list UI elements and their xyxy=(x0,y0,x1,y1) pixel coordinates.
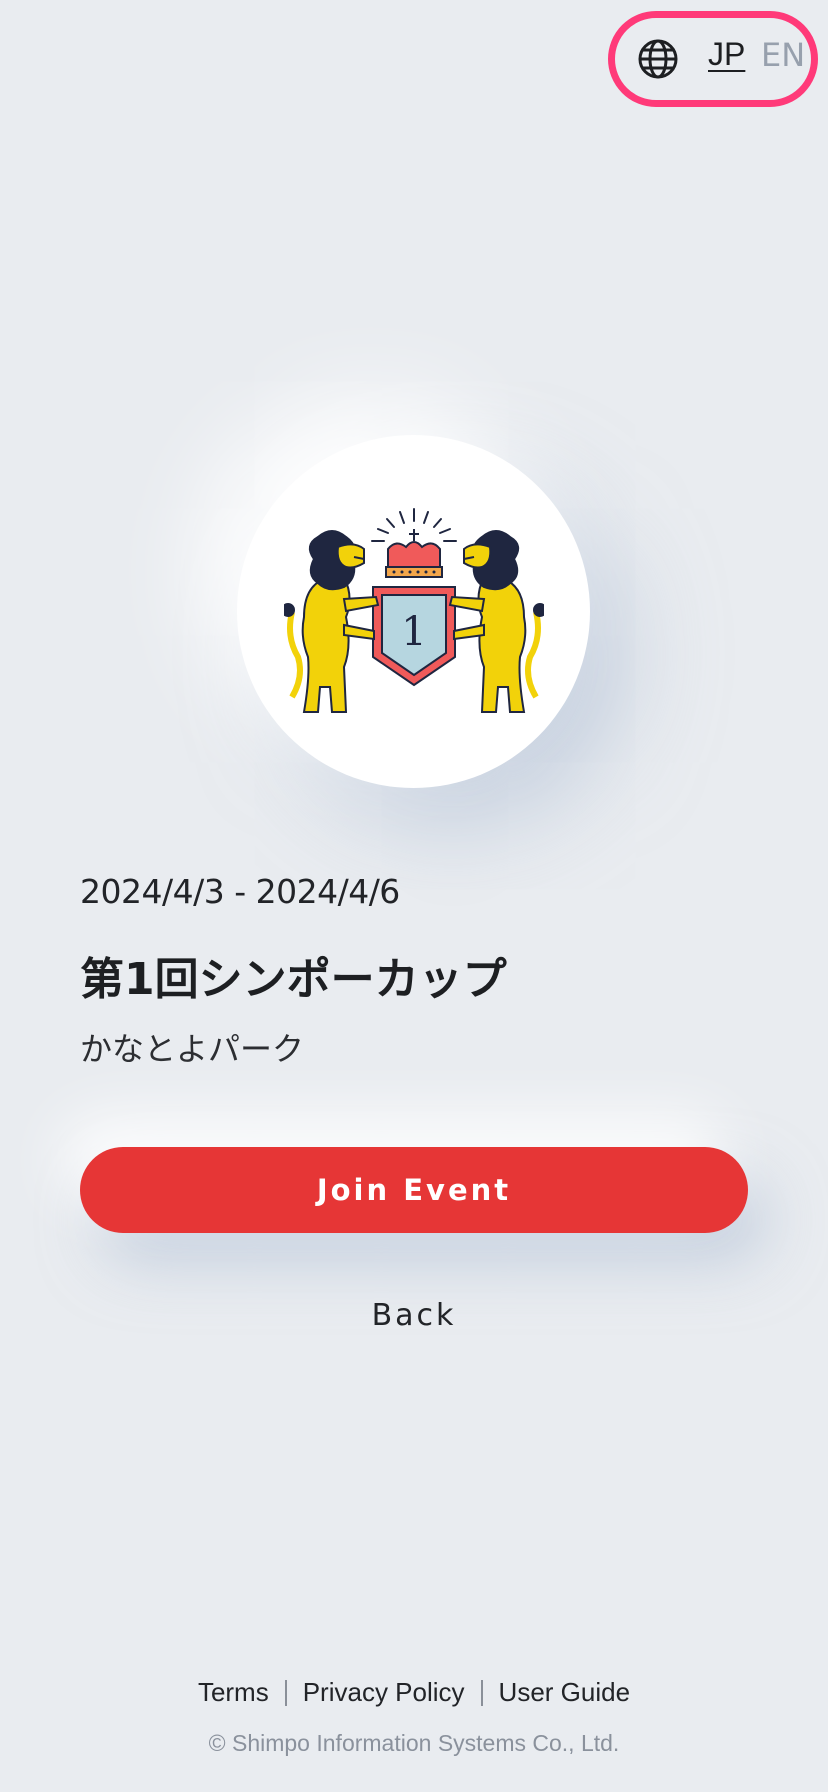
join-event-button[interactable]: Join Event xyxy=(80,1147,748,1233)
footer-separator xyxy=(284,1679,287,1706)
lion-crest-logo: 1 xyxy=(283,507,544,713)
logo-number: 1 xyxy=(401,609,426,655)
event-date-range: 2024/4/3 - 2024/4/6 xyxy=(80,872,400,911)
footer-links: Terms Privacy Policy User Guide xyxy=(0,1677,828,1708)
footer-link-terms[interactable]: Terms xyxy=(198,1677,269,1708)
globe-icon xyxy=(638,39,678,79)
language-option-en[interactable]: EN xyxy=(761,36,805,74)
footer-link-privacy-policy[interactable]: Privacy Policy xyxy=(303,1677,465,1708)
event-title: 第1回シンポーカップ xyxy=(80,954,507,1005)
footer-separator xyxy=(480,1679,483,1706)
back-button[interactable]: Back xyxy=(0,1298,828,1333)
event-logo: 1 xyxy=(237,435,590,788)
language-switcher[interactable]: JP EN xyxy=(608,11,818,107)
copyright-text: © Shimpo Information Systems Co., Ltd. xyxy=(208,1730,620,1756)
footer-link-user-guide[interactable]: User Guide xyxy=(499,1677,631,1708)
event-venue: かなとよパーク xyxy=(80,1030,305,1068)
language-option-jp[interactable]: JP xyxy=(708,36,745,73)
